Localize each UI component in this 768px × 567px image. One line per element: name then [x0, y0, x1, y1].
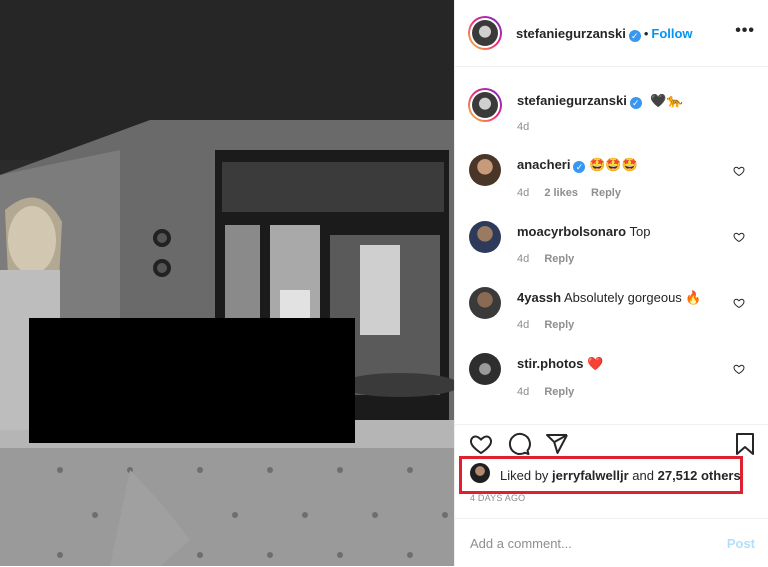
comment-row: stir.photos ❤️ [517, 356, 603, 372]
caption-row: stefaniegurzanski ✓ 🖤🐆 [517, 92, 683, 110]
comment-text: Top [629, 224, 651, 239]
caption-text: 🖤🐆 [650, 93, 683, 108]
like-comment-icon[interactable] [733, 231, 745, 243]
follow-button[interactable]: Follow [651, 26, 692, 41]
comment-text: ❤️ [587, 356, 604, 371]
avatar[interactable] [468, 16, 502, 50]
comment-avatar[interactable] [469, 154, 501, 186]
caption-time: 4d [517, 121, 530, 133]
comment-avatar[interactable] [469, 353, 501, 385]
liker-username[interactable]: jerryfalwelljr [552, 468, 629, 483]
comment-avatar[interactable] [469, 221, 501, 253]
censor-overlay [29, 318, 355, 443]
comment-meta: 4d Reply [517, 319, 574, 331]
reply-button[interactable]: Reply [544, 319, 574, 331]
reply-button[interactable]: Reply [591, 187, 621, 199]
bookmark-icon[interactable] [733, 432, 757, 456]
add-comment-input[interactable]: Add a comment... [470, 536, 572, 551]
photo-scene [0, 0, 454, 566]
verified-icon: ✓ [629, 97, 642, 109]
comment-meta: 4d 2 likes Reply [517, 187, 621, 199]
reply-button[interactable]: Reply [544, 386, 574, 398]
caption-avatar[interactable] [468, 88, 502, 122]
post-header: stefaniegurzanski ✓ • Follow ••• [455, 0, 768, 67]
comment-icon[interactable] [507, 432, 531, 456]
add-comment-bar: Add a comment... Post [455, 518, 768, 567]
comment-row: anacheri ✓ 🤩🤩🤩 [517, 157, 638, 173]
comment-username[interactable]: 4yassh [517, 290, 561, 305]
header-username[interactable]: stefaniegurzanski [516, 26, 626, 41]
verified-icon: ✓ [628, 30, 641, 42]
like-comment-icon[interactable] [733, 363, 745, 375]
caption-username[interactable]: stefaniegurzanski [517, 93, 627, 108]
comment-username[interactable]: stir.photos [517, 356, 583, 371]
comment-username[interactable]: moacyrbolsonaro [517, 224, 626, 239]
comment-row: moacyrbolsonaro Top [517, 224, 650, 239]
likes-others[interactable]: 27,512 others [658, 468, 741, 483]
comment-text: 🤩🤩🤩 [589, 157, 638, 172]
likes-prefix: Liked by [500, 468, 549, 483]
likes-highlight-box: Liked by jerryfalwelljr and 27,512 other… [459, 456, 743, 494]
comment-time: 4d [517, 253, 530, 265]
reply-button[interactable]: Reply [544, 253, 574, 265]
header-user-row: stefaniegurzanski ✓ • Follow [516, 25, 693, 43]
like-comment-icon[interactable] [733, 297, 745, 309]
header-separator: • [643, 26, 649, 41]
post-photo[interactable] [0, 0, 454, 566]
comment-time: 4d [517, 319, 530, 331]
liker-avatar[interactable] [470, 463, 490, 483]
post-timestamp: 4 DAYS AGO [470, 493, 526, 503]
likes-and: and [632, 468, 654, 483]
comment-text: Absolutely gorgeous 🔥 [564, 290, 702, 305]
verified-icon: ✓ [573, 161, 586, 173]
comment-username[interactable]: anacheri [517, 157, 570, 172]
comment-time: 4d [517, 386, 530, 398]
comment-likes[interactable]: 2 likes [544, 187, 578, 199]
comment-time: 4d [517, 187, 530, 199]
comment-row: 4yassh Absolutely gorgeous 🔥 [517, 290, 702, 306]
comment-meta: 4d Reply [517, 253, 574, 265]
more-options-icon[interactable]: ••• [735, 22, 755, 40]
comment-avatar[interactable] [469, 287, 501, 319]
post-button[interactable]: Post [727, 536, 755, 551]
share-icon[interactable] [545, 432, 569, 456]
likes-summary[interactable]: Liked by jerryfalwelljr and 27,512 other… [500, 468, 741, 483]
comment-meta: 4d Reply [517, 386, 574, 398]
like-icon[interactable] [469, 432, 493, 456]
post-sidebar: stefaniegurzanski ✓ • Follow ••• stefaniegu… [454, 0, 768, 566]
like-comment-icon[interactable] [733, 165, 745, 177]
